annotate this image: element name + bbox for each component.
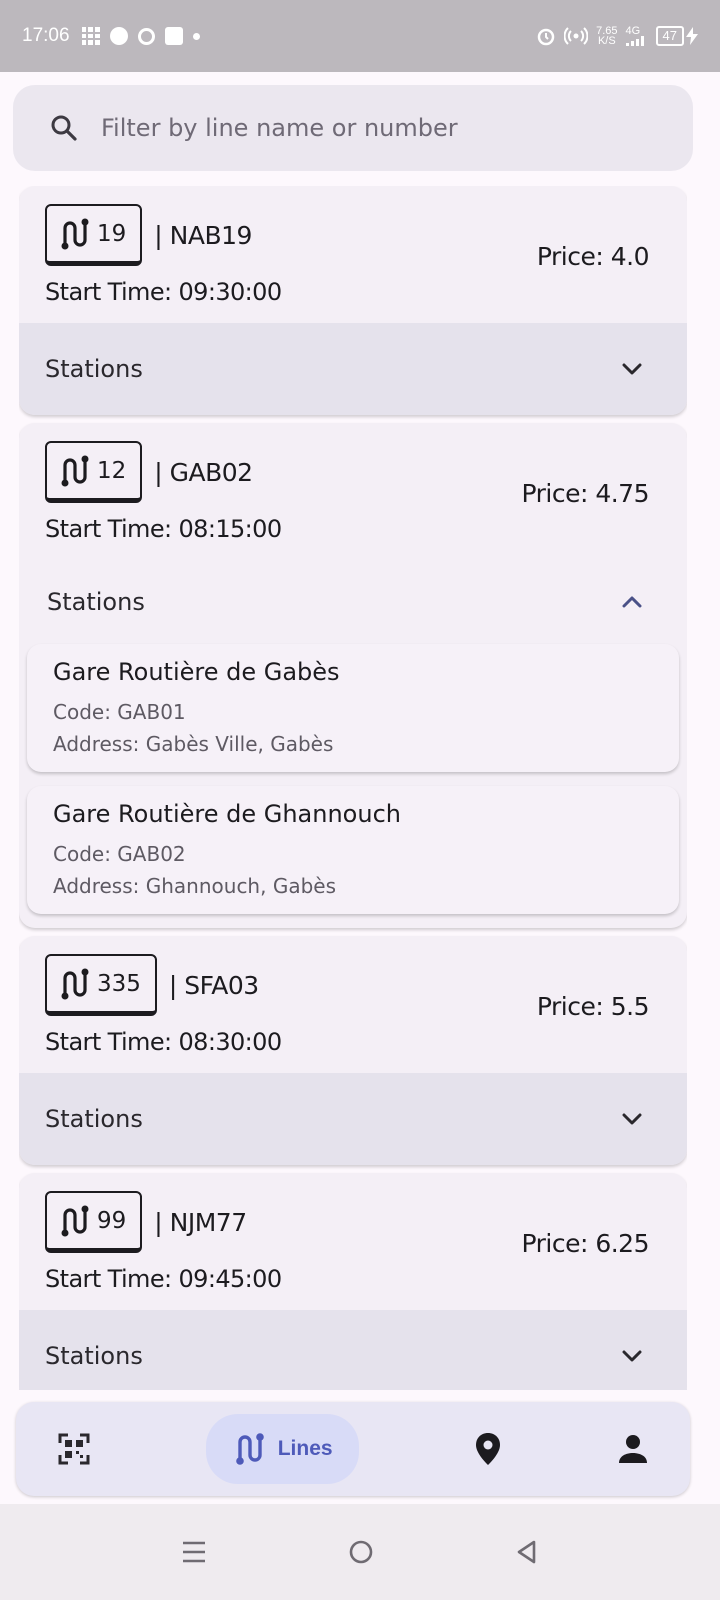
- line-code: | NJM77: [154, 1207, 247, 1237]
- station-item[interactable]: Gare Routière de Gabès Code: GAB01 Addre…: [27, 644, 679, 772]
- station-name: Gare Routière de Gabès: [53, 658, 340, 686]
- stations-toggle[interactable]: Stations: [19, 1073, 687, 1165]
- line-card-header: 99 | NJM77 Start Time: 09:45:00 Price: 6…: [19, 1173, 687, 1310]
- qr-scan-icon: [58, 1433, 90, 1465]
- hotspot-icon: [564, 27, 589, 45]
- route-icon: [61, 218, 89, 249]
- more-notifications-icon: [192, 32, 200, 40]
- line-card: 19 | NAB19 Start Time: 09:30:00 Price: 4…: [19, 186, 687, 415]
- line-number-badge: 12: [45, 441, 143, 503]
- battery-level: 47: [655, 26, 684, 46]
- person-icon: [618, 1435, 647, 1463]
- line-number-badge: 99: [45, 1191, 143, 1253]
- line-number: 335: [97, 970, 141, 997]
- line-card-header: 335 | SFA03 Start Time: 08:30:00 Price: …: [19, 936, 687, 1073]
- start-time: Start Time: 09:30:00: [45, 278, 282, 306]
- chevron-down-icon: [619, 356, 645, 382]
- network-type: 4G: [625, 25, 641, 37]
- battery-indicator: 47: [655, 26, 698, 46]
- route-icon: [235, 1433, 264, 1465]
- station-item[interactable]: Gare Routière de Ghannouch Code: GAB02 A…: [27, 786, 679, 914]
- network-speed-unit: K/S: [597, 35, 616, 47]
- line-card: 335 | SFA03 Start Time: 08:30:00 Price: …: [19, 936, 687, 1165]
- stations-label: Stations: [47, 588, 145, 616]
- line-card-header: 12 | GAB02 Start Time: 08:15:00 Price: 4…: [19, 423, 687, 560]
- line-number-badge: 19: [45, 204, 143, 266]
- app-notification-icon: [81, 27, 100, 45]
- line-number-badge: 335: [45, 954, 157, 1016]
- system-navigation-bar: [0, 1504, 720, 1600]
- bottom-navigation: Lines: [16, 1402, 690, 1496]
- settings-notification-icon: [137, 27, 155, 45]
- stations-toggle[interactable]: Stations: [19, 323, 687, 415]
- search-icon: [49, 113, 79, 143]
- start-time: Start Time: 09:45:00: [45, 1265, 282, 1293]
- nav-lines[interactable]: Lines: [205, 1414, 359, 1484]
- line-code: | GAB02: [154, 457, 253, 487]
- location-pin-icon: [476, 1433, 501, 1465]
- line-number: 99: [97, 1207, 127, 1234]
- gallery-notification-icon: [164, 27, 183, 45]
- charging-icon: [686, 27, 698, 45]
- start-time: Start Time: 08:15:00: [45, 515, 282, 543]
- chevron-down-icon: [619, 1106, 645, 1132]
- status-time: 17:06: [22, 25, 70, 46]
- chevron-down-icon: [619, 1343, 645, 1369]
- route-icon: [61, 455, 89, 486]
- status-bar: 17:06 7.65 K/S 4G 47: [0, 0, 720, 72]
- line-card-header: 19 | NAB19 Start Time: 09:30:00 Price: 4…: [19, 186, 687, 323]
- stations-label: Stations: [45, 1105, 143, 1133]
- price: Price: 4.75: [521, 479, 649, 508]
- price: Price: 5.5: [536, 992, 650, 1021]
- search-input[interactable]: [101, 114, 661, 142]
- nav-profile[interactable]: [618, 1434, 648, 1464]
- nav-scan[interactable]: [58, 1433, 90, 1465]
- start-time: Start Time: 08:30:00: [45, 1028, 282, 1056]
- home-icon[interactable]: [348, 1539, 374, 1565]
- chevron-up-icon: [619, 589, 645, 615]
- line-code: | NAB19: [154, 220, 252, 250]
- back-icon[interactable]: [515, 1539, 539, 1565]
- network-speed: 7.65 K/S: [596, 26, 617, 47]
- alarm-icon: [537, 28, 555, 46]
- price: Price: 6.25: [521, 1229, 649, 1258]
- search-bar[interactable]: [13, 85, 693, 171]
- station-code: Code: GAB01: [53, 700, 186, 724]
- stations-toggle[interactable]: Stations: [19, 1310, 687, 1390]
- stations-toggle[interactable]: Stations: [19, 560, 687, 644]
- nav-lines-label: Lines: [277, 1437, 333, 1460]
- stations-label: Stations: [45, 355, 143, 383]
- station-address: Address: Gabès Ville, Gabès: [53, 732, 334, 756]
- route-icon: [61, 1205, 89, 1236]
- route-icon: [61, 968, 89, 999]
- line-card: 99 | NJM77 Start Time: 09:45:00 Price: 6…: [19, 1173, 687, 1390]
- station-address: Address: Ghannouch, Gabès: [53, 874, 336, 898]
- line-code: | SFA03: [168, 970, 259, 1000]
- stations-label: Stations: [45, 1342, 143, 1370]
- station-name: Gare Routière de Ghannouch: [53, 800, 401, 828]
- lines-list[interactable]: 19 | NAB19 Start Time: 09:30:00 Price: 4…: [19, 186, 687, 1390]
- price: Price: 4.0: [536, 242, 650, 271]
- signal-indicator: 4G: [625, 25, 648, 46]
- station-code: Code: GAB02: [53, 842, 186, 866]
- nav-map[interactable]: [474, 1432, 502, 1466]
- signal-icon: [625, 36, 644, 46]
- line-number: 19: [97, 220, 127, 247]
- line-card: 12 | GAB02 Start Time: 08:15:00 Price: 4…: [19, 423, 687, 928]
- recent-apps-icon[interactable]: [181, 1540, 207, 1564]
- line-number: 12: [97, 457, 127, 484]
- notification-icon: [109, 27, 128, 45]
